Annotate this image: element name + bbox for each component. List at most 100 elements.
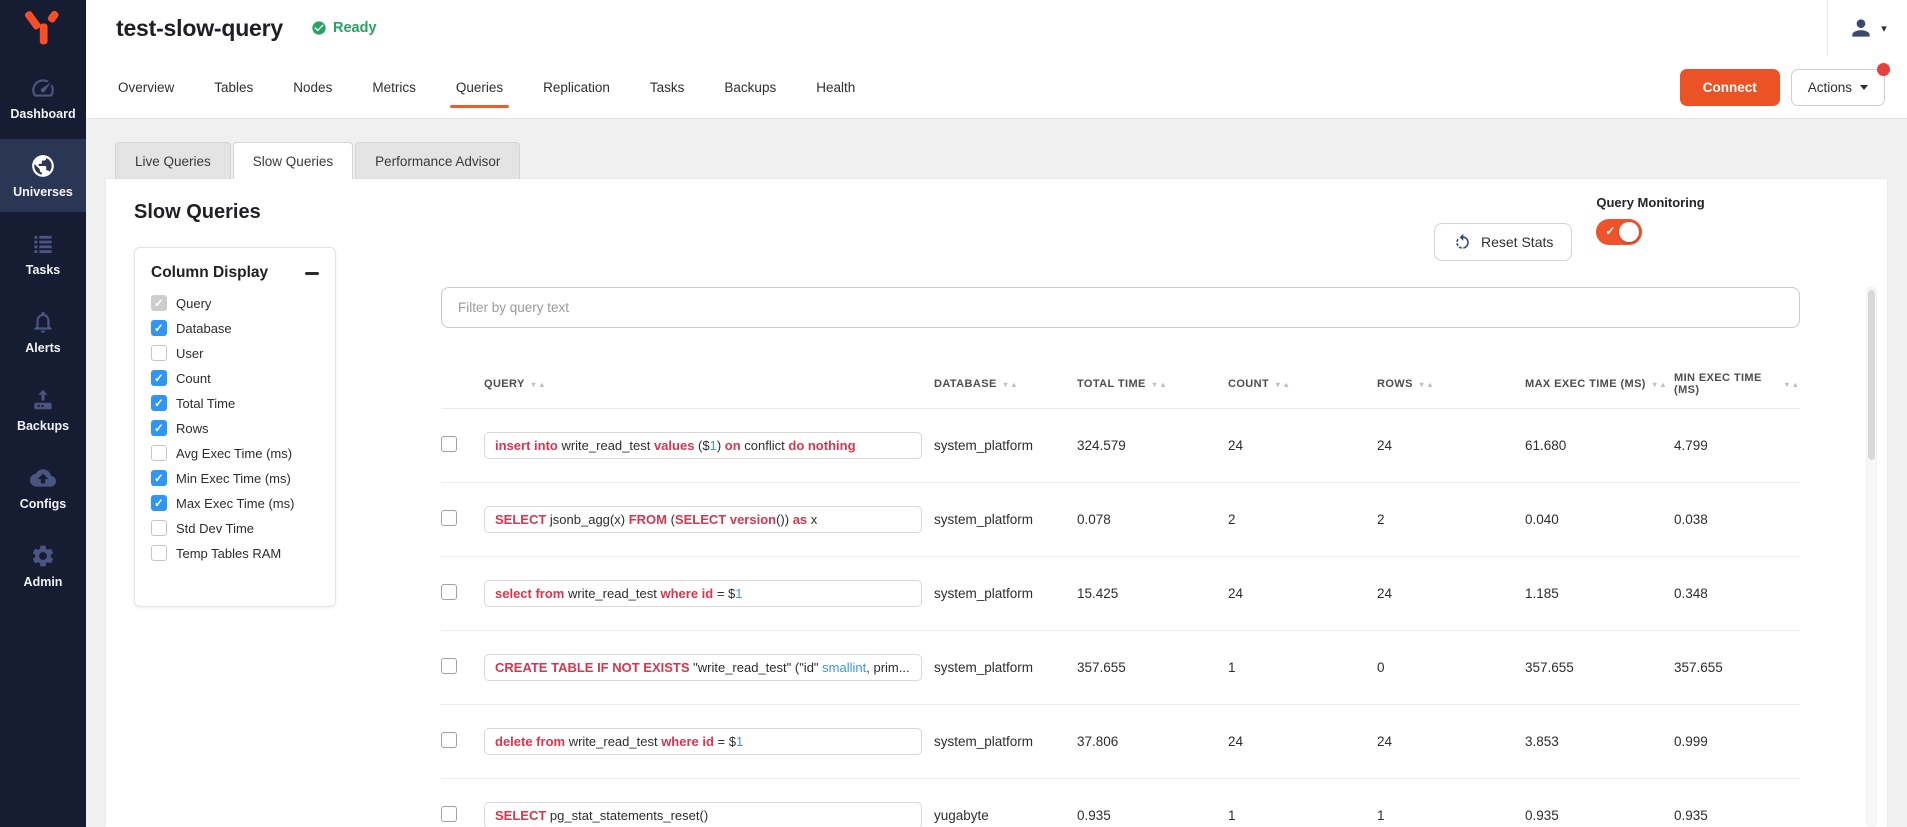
query-text[interactable]: select from write_read_test where id = $… bbox=[484, 580, 922, 607]
row-checkbox[interactable] bbox=[441, 806, 457, 822]
column-header-count[interactable]: COUNT▼▲ bbox=[1228, 378, 1377, 390]
sql-literal: 1 bbox=[735, 586, 742, 601]
row-checkbox-cell bbox=[441, 806, 484, 825]
panel-controls: Reset Stats Query Monitoring bbox=[1434, 195, 1705, 261]
tab-tables[interactable]: Tables bbox=[194, 56, 273, 119]
toggle-knob bbox=[1619, 222, 1639, 242]
column-header-max-exec-time-ms[interactable]: MAX EXEC TIME (MS)▼▲ bbox=[1525, 378, 1674, 390]
query-text[interactable]: SELECT jsonb_agg(x) FROM (SELECT version… bbox=[484, 506, 922, 533]
sql-literal: 1 bbox=[710, 438, 717, 453]
tab-health[interactable]: Health bbox=[796, 56, 875, 119]
sql-keyword: values bbox=[654, 438, 694, 453]
checkbox-label: Max Exec Time (ms) bbox=[176, 496, 294, 511]
sql-keyword: delete from bbox=[495, 734, 565, 749]
cell-max-exec-time: 357.655 bbox=[1525, 660, 1674, 675]
user-menu[interactable]: ▾ bbox=[1827, 0, 1907, 56]
yugabyte-logo[interactable] bbox=[0, 0, 86, 56]
row-checkbox[interactable] bbox=[441, 658, 457, 674]
cell-rows: 1 bbox=[1377, 808, 1525, 823]
column-header-min-exec-time-ms[interactable]: MIN EXEC TIME (MS)▼▲ bbox=[1674, 372, 1800, 396]
checkbox-rows[interactable] bbox=[151, 420, 167, 436]
backups-icon bbox=[30, 387, 56, 413]
checkbox-label: Temp Tables RAM bbox=[176, 546, 281, 561]
sidebar-item-alerts[interactable]: Alerts bbox=[0, 295, 86, 368]
scrollbar-thumb[interactable] bbox=[1868, 290, 1875, 460]
checkbox-min-exec-time-ms[interactable] bbox=[151, 470, 167, 486]
tab-metrics[interactable]: Metrics bbox=[352, 56, 436, 119]
tab-replication[interactable]: Replication bbox=[523, 56, 630, 119]
checkbox-std-dev-time[interactable] bbox=[151, 520, 167, 536]
sidebar-item-backups[interactable]: Backups bbox=[0, 373, 86, 446]
query-text[interactable]: insert into write_read_test values ($1) … bbox=[484, 432, 922, 459]
cell-total-time: 357.655 bbox=[1077, 660, 1228, 675]
sidebar-item-label: Universes bbox=[13, 185, 73, 199]
sql-keyword: SELECT bbox=[675, 512, 726, 527]
row-checkbox[interactable] bbox=[441, 732, 457, 748]
sort-icon: ▼▲ bbox=[1151, 380, 1168, 389]
subtab-slow-queries[interactable]: Slow Queries bbox=[233, 142, 353, 179]
checkbox-query[interactable] bbox=[151, 295, 167, 311]
tab-overview[interactable]: Overview bbox=[98, 56, 194, 119]
column-display-item: Rows bbox=[151, 420, 319, 436]
sort-icon: ▼▲ bbox=[1418, 380, 1435, 389]
column-header-label: TOTAL TIME bbox=[1077, 378, 1146, 390]
sql-text: = $ bbox=[714, 734, 736, 749]
row-checkbox[interactable] bbox=[441, 510, 457, 526]
tab-nodes[interactable]: Nodes bbox=[273, 56, 352, 119]
slow-queries-panel: Slow Queries Reset Stats Query Monitorin… bbox=[106, 179, 1887, 827]
universe-nav: OverviewTablesNodesMetricsQueriesReplica… bbox=[98, 56, 875, 119]
table-body: insert into write_read_test values ($1) … bbox=[441, 409, 1800, 827]
tab-tasks[interactable]: Tasks bbox=[630, 56, 705, 119]
sql-keyword: on bbox=[725, 438, 741, 453]
cell-total-time: 15.425 bbox=[1077, 586, 1228, 601]
cell-min-exec-time: 0.038 bbox=[1674, 512, 1800, 527]
column-display-item: Database bbox=[151, 320, 319, 336]
cell-max-exec-time: 61.680 bbox=[1525, 438, 1674, 453]
column-header-rows[interactable]: ROWS▼▲ bbox=[1377, 378, 1525, 390]
query-filter-input[interactable] bbox=[441, 287, 1800, 328]
column-header-total-time[interactable]: TOTAL TIME ▼▲ bbox=[1077, 378, 1228, 390]
cell-min-exec-time: 0.348 bbox=[1674, 586, 1800, 601]
sort-icon: ▼▲ bbox=[1783, 380, 1800, 389]
sidebar-item-admin[interactable]: Admin bbox=[0, 529, 86, 602]
page-title: Slow Queries bbox=[134, 201, 261, 224]
reset-stats-button[interactable]: Reset Stats bbox=[1434, 223, 1572, 261]
subtab-performance-advisor[interactable]: Performance Advisor bbox=[355, 142, 520, 179]
sort-icon: ▼▲ bbox=[1002, 380, 1019, 389]
query-text[interactable]: CREATE TABLE IF NOT EXISTS "write_read_t… bbox=[484, 654, 922, 681]
tab-backups[interactable]: Backups bbox=[704, 56, 796, 119]
query-monitoring-toggle[interactable] bbox=[1596, 219, 1642, 245]
actions-button[interactable]: Actions bbox=[1791, 69, 1885, 106]
sql-text: ($ bbox=[694, 438, 709, 453]
column-header-database[interactable]: DATABASE ▼▲ bbox=[934, 378, 1077, 390]
cell-database: system_platform bbox=[934, 512, 1077, 527]
query-text[interactable]: SELECT pg_stat_statements_reset() bbox=[484, 802, 922, 827]
query-text[interactable]: delete from write_read_test where id = $… bbox=[484, 728, 922, 755]
connect-button[interactable]: Connect bbox=[1680, 69, 1780, 106]
sidebar-item-tasks[interactable]: Tasks bbox=[0, 217, 86, 290]
sidebar-item-universes[interactable]: Universes bbox=[0, 139, 86, 212]
cell-rows: 24 bbox=[1377, 734, 1525, 749]
query-cell: SELECT pg_stat_statements_reset() bbox=[484, 802, 934, 827]
checkbox-user[interactable] bbox=[151, 345, 167, 361]
sql-literal: 1 bbox=[736, 734, 743, 749]
column-header-label: DATABASE bbox=[934, 378, 997, 390]
checkbox-total-time[interactable] bbox=[151, 395, 167, 411]
sidebar-item-dashboard[interactable]: Dashboard bbox=[0, 61, 86, 134]
row-checkbox[interactable] bbox=[441, 584, 457, 600]
checkbox-avg-exec-time-ms[interactable] bbox=[151, 445, 167, 461]
query-cell: select from write_read_test where id = $… bbox=[484, 580, 934, 607]
query-cell: delete from write_read_test where id = $… bbox=[484, 728, 934, 755]
row-checkbox[interactable] bbox=[441, 436, 457, 452]
sql-keyword: select from bbox=[495, 586, 564, 601]
checkbox-count[interactable] bbox=[151, 370, 167, 386]
sidebar-item-configs[interactable]: Configs bbox=[0, 451, 86, 524]
cell-count: 24 bbox=[1228, 586, 1377, 601]
subtab-live-queries[interactable]: Live Queries bbox=[115, 142, 231, 179]
checkbox-database[interactable] bbox=[151, 320, 167, 336]
tab-queries[interactable]: Queries bbox=[436, 56, 523, 119]
checkbox-temp-tables-ram[interactable] bbox=[151, 545, 167, 561]
column-header-query[interactable]: QUERY▼▲ bbox=[484, 378, 934, 390]
checkbox-max-exec-time-ms[interactable] bbox=[151, 495, 167, 511]
collapse-icon[interactable] bbox=[305, 272, 319, 275]
